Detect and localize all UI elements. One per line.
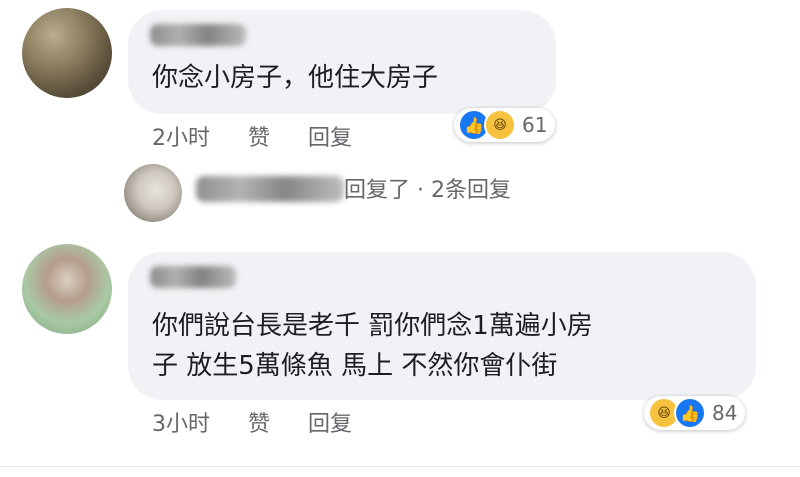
reaction-count: 61 (522, 113, 548, 137)
comment-actions: 2小时 赞 回复 (152, 120, 390, 152)
like-icon: 👍 (674, 397, 706, 429)
comment-time[interactable]: 2小时 (152, 120, 210, 152)
reaction-count: 84 (712, 401, 738, 425)
blurred-commenter-name[interactable] (150, 266, 236, 288)
blurred-replier-name[interactable] (196, 176, 344, 202)
haha-icon: 😆 (484, 109, 516, 141)
comment-time[interactable]: 3小时 (152, 406, 210, 438)
reply-button[interactable]: 回复 (308, 120, 352, 152)
comment-text-line-1: 你們說台長是老千 罰你們念1萬遍小房 (152, 311, 593, 341)
commenter-avatar[interactable] (22, 244, 112, 334)
like-button[interactable]: 赞 (248, 406, 270, 438)
comment-text-line-2: 子 放生5萬條魚 馬上 不然你會仆街 (152, 351, 558, 381)
like-button[interactable]: 赞 (248, 120, 270, 152)
blurred-commenter-name[interactable] (150, 24, 246, 46)
reaction-summary[interactable]: 👍 😆 61 (454, 108, 556, 142)
commenter-avatar[interactable] (22, 8, 112, 98)
reply-button[interactable]: 回复 (308, 406, 352, 438)
reaction-summary[interactable]: 😆 👍 84 (644, 396, 746, 430)
comment-text: 你念小房子，他住大房子 (152, 63, 439, 93)
comment-actions: 3小时 赞 回复 (152, 406, 390, 438)
reply-avatar[interactable] (124, 164, 182, 222)
divider (0, 466, 800, 477)
view-replies-link[interactable]: 回复了 · 2条回复 (344, 172, 511, 204)
replies-summary-text: 回复了 · 2条回复 (344, 178, 511, 203)
